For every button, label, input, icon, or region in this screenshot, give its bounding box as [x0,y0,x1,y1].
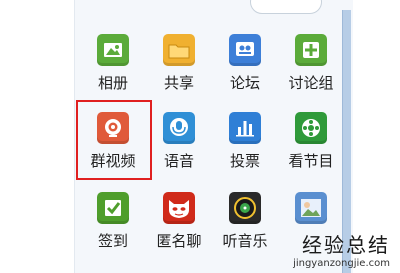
panel-top-handle[interactable] [250,0,322,14]
watermark: 经验总结 jingyanzongjie.com [293,229,390,269]
check-in-icon [97,192,129,224]
vote-icon [229,112,261,144]
music-icon [229,192,261,224]
app-tile-forum[interactable]: 论坛 [212,34,278,114]
watermark-main: 经验总结 [302,233,390,257]
app-label: 签到 [97,232,128,250]
app-label: 相册 [97,74,128,92]
app-label: 看节目 [288,152,334,170]
watch-show-icon [295,112,327,144]
app-tile-anonymous-chat[interactable]: 匿名聊 [146,192,212,272]
selection-highlight [76,100,152,180]
app-label: 论坛 [229,74,260,92]
app-label: 共享 [163,74,194,92]
app-tile-check-in[interactable]: 签到 [80,192,146,272]
folder-icon [163,34,195,66]
discussion-group-icon [295,34,327,66]
app-label: 匿名聊 [156,232,202,250]
app-label: 语音 [163,152,194,170]
forum-icon [229,34,261,66]
anonymous-chat-icon [163,192,195,224]
app-tile-voice[interactable]: 语音 [146,112,212,192]
voice-icon [163,112,195,144]
image-icon [295,192,327,224]
app-tile-watch-show[interactable]: 看节目 [278,112,344,192]
app-tile-discussion-group[interactable]: 讨论组 [278,34,344,114]
app-label: 听音乐 [222,232,268,250]
app-label: 投票 [229,152,260,170]
photo-album-icon [97,34,129,66]
watermark-sub: jingyanzongjie.com [293,258,390,269]
app-label: 讨论组 [288,74,334,92]
app-tile-vote[interactable]: 投票 [212,112,278,192]
app-tile-music[interactable]: 听音乐 [212,192,278,272]
app-tile-share[interactable]: 共享 [146,34,212,114]
